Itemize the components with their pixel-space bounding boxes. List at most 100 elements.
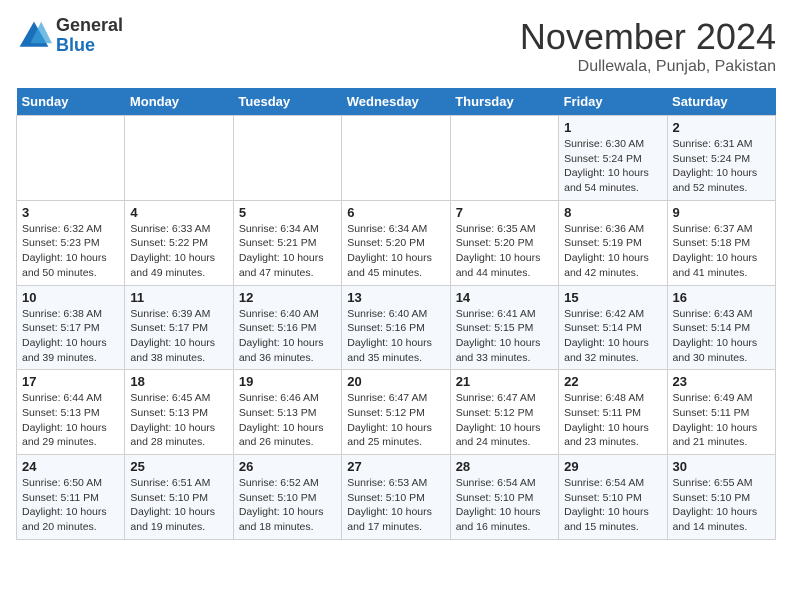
day-info: Sunrise: 6:42 AMSunset: 5:14 PMDaylight:… — [564, 307, 661, 366]
header-row: SundayMondayTuesdayWednesdayThursdayFrid… — [17, 88, 776, 116]
day-number: 4 — [130, 205, 227, 220]
day-number: 15 — [564, 290, 661, 305]
day-cell: 26 Sunrise: 6:52 AMSunset: 5:10 PMDayligh… — [233, 455, 341, 540]
day-info: Sunrise: 6:41 AMSunset: 5:15 PMDaylight:… — [456, 307, 553, 366]
day-info: Sunrise: 6:49 AMSunset: 5:11 PMDaylight:… — [673, 391, 770, 450]
day-info: Sunrise: 6:50 AMSunset: 5:11 PMDaylight:… — [22, 476, 119, 535]
day-info: Sunrise: 6:45 AMSunset: 5:13 PMDaylight:… — [130, 391, 227, 450]
day-cell: 14 Sunrise: 6:41 AMSunset: 5:15 PMDayligh… — [450, 285, 558, 370]
day-number: 28 — [456, 459, 553, 474]
column-header-wednesday: Wednesday — [342, 88, 450, 116]
page-header: General Blue November 2024 Dullewala, Pu… — [16, 16, 776, 76]
calendar-table: SundayMondayTuesdayWednesdayThursdayFrid… — [16, 88, 776, 540]
day-info: Sunrise: 6:44 AMSunset: 5:13 PMDaylight:… — [22, 391, 119, 450]
day-number: 26 — [239, 459, 336, 474]
column-header-friday: Friday — [559, 88, 667, 116]
day-info: Sunrise: 6:43 AMSunset: 5:14 PMDaylight:… — [673, 307, 770, 366]
day-info: Sunrise: 6:47 AMSunset: 5:12 PMDaylight:… — [347, 391, 444, 450]
day-info: Sunrise: 6:31 AMSunset: 5:24 PMDaylight:… — [673, 137, 770, 196]
day-cell: 15 Sunrise: 6:42 AMSunset: 5:14 PMDayligh… — [559, 285, 667, 370]
day-number: 9 — [673, 205, 770, 220]
day-cell: 8 Sunrise: 6:36 AMSunset: 5:19 PMDaylight… — [559, 200, 667, 285]
day-number: 21 — [456, 374, 553, 389]
day-number: 3 — [22, 205, 119, 220]
column-header-sunday: Sunday — [17, 88, 125, 116]
day-info: Sunrise: 6:54 AMSunset: 5:10 PMDaylight:… — [564, 476, 661, 535]
day-number: 24 — [22, 459, 119, 474]
column-header-saturday: Saturday — [667, 88, 775, 116]
day-cell: 25 Sunrise: 6:51 AMSunset: 5:10 PMDayligh… — [125, 455, 233, 540]
day-info: Sunrise: 6:33 AMSunset: 5:22 PMDaylight:… — [130, 222, 227, 281]
day-info: Sunrise: 6:40 AMSunset: 5:16 PMDaylight:… — [347, 307, 444, 366]
day-info: Sunrise: 6:46 AMSunset: 5:13 PMDaylight:… — [239, 391, 336, 450]
logo: General Blue — [16, 16, 123, 56]
day-info: Sunrise: 6:37 AMSunset: 5:18 PMDaylight:… — [673, 222, 770, 281]
week-row-5: 24 Sunrise: 6:50 AMSunset: 5:11 PMDayligh… — [17, 455, 776, 540]
day-cell: 9 Sunrise: 6:37 AMSunset: 5:18 PMDaylight… — [667, 200, 775, 285]
day-number: 27 — [347, 459, 444, 474]
location: Dullewala, Punjab, Pakistan — [520, 58, 776, 76]
day-number: 14 — [456, 290, 553, 305]
day-cell: 3Sunrise: 6:32 AMSunset: 5:23 PMDaylight… — [17, 200, 125, 285]
week-row-4: 17 Sunrise: 6:44 AMSunset: 5:13 PMDayligh… — [17, 370, 776, 455]
day-cell: 27 Sunrise: 6:53 AMSunset: 5:10 PMDayligh… — [342, 455, 450, 540]
day-info: Sunrise: 6:35 AMSunset: 5:20 PMDaylight:… — [456, 222, 553, 281]
day-number: 6 — [347, 205, 444, 220]
day-info: Sunrise: 6:51 AMSunset: 5:10 PMDaylight:… — [130, 476, 227, 535]
day-number: 2 — [673, 120, 770, 135]
day-cell: 22Sunrise: 6:48 AMSunset: 5:11 PMDayligh… — [559, 370, 667, 455]
day-info: Sunrise: 6:39 AMSunset: 5:17 PMDaylight:… — [130, 307, 227, 366]
column-header-tuesday: Tuesday — [233, 88, 341, 116]
month-title: November 2024 — [520, 16, 776, 58]
day-cell: 20 Sunrise: 6:47 AMSunset: 5:12 PMDayligh… — [342, 370, 450, 455]
day-cell: 28 Sunrise: 6:54 AMSunset: 5:10 PMDayligh… — [450, 455, 558, 540]
day-number: 12 — [239, 290, 336, 305]
day-number: 25 — [130, 459, 227, 474]
day-cell — [125, 116, 233, 201]
logo-icon — [16, 18, 52, 54]
day-number: 17 — [22, 374, 119, 389]
day-cell — [17, 116, 125, 201]
day-number: 23 — [673, 374, 770, 389]
day-number: 19 — [239, 374, 336, 389]
day-cell: 5 Sunrise: 6:34 AMSunset: 5:21 PMDaylight… — [233, 200, 341, 285]
column-header-thursday: Thursday — [450, 88, 558, 116]
day-cell: 23 Sunrise: 6:49 AMSunset: 5:11 PMDayligh… — [667, 370, 775, 455]
day-number: 20 — [347, 374, 444, 389]
day-cell: 19 Sunrise: 6:46 AMSunset: 5:13 PMDayligh… — [233, 370, 341, 455]
day-number: 5 — [239, 205, 336, 220]
day-info: Sunrise: 6:54 AMSunset: 5:10 PMDaylight:… — [456, 476, 553, 535]
day-info: Sunrise: 6:55 AMSunset: 5:10 PMDaylight:… — [673, 476, 770, 535]
day-info: Sunrise: 6:34 AMSunset: 5:21 PMDaylight:… — [239, 222, 336, 281]
logo-blue: Blue — [56, 35, 95, 55]
day-info: Sunrise: 6:38 AMSunset: 5:17 PMDaylight:… — [22, 307, 119, 366]
day-cell: 24 Sunrise: 6:50 AMSunset: 5:11 PMDayligh… — [17, 455, 125, 540]
week-row-3: 10 Sunrise: 6:38 AMSunset: 5:17 PMDayligh… — [17, 285, 776, 370]
week-row-2: 3Sunrise: 6:32 AMSunset: 5:23 PMDaylight… — [17, 200, 776, 285]
day-number: 16 — [673, 290, 770, 305]
day-info: Sunrise: 6:30 AMSunset: 5:24 PMDaylight:… — [564, 137, 661, 196]
day-cell: 17 Sunrise: 6:44 AMSunset: 5:13 PMDayligh… — [17, 370, 125, 455]
day-info: Sunrise: 6:34 AMSunset: 5:20 PMDaylight:… — [347, 222, 444, 281]
day-cell: 10 Sunrise: 6:38 AMSunset: 5:17 PMDayligh… — [17, 285, 125, 370]
day-cell: 18 Sunrise: 6:45 AMSunset: 5:13 PMDayligh… — [125, 370, 233, 455]
day-number: 11 — [130, 290, 227, 305]
day-number: 10 — [22, 290, 119, 305]
day-cell: 29Sunrise: 6:54 AMSunset: 5:10 PMDayligh… — [559, 455, 667, 540]
day-number: 18 — [130, 374, 227, 389]
day-number: 13 — [347, 290, 444, 305]
day-info: Sunrise: 6:36 AMSunset: 5:19 PMDaylight:… — [564, 222, 661, 281]
day-cell: 13 Sunrise: 6:40 AMSunset: 5:16 PMDayligh… — [342, 285, 450, 370]
day-info: Sunrise: 6:47 AMSunset: 5:12 PMDaylight:… — [456, 391, 553, 450]
day-number: 7 — [456, 205, 553, 220]
day-cell: 2 Sunrise: 6:31 AMSunset: 5:24 PMDaylight… — [667, 116, 775, 201]
day-cell — [233, 116, 341, 201]
day-info: Sunrise: 6:53 AMSunset: 5:10 PMDaylight:… — [347, 476, 444, 535]
day-cell: 21 Sunrise: 6:47 AMSunset: 5:12 PMDayligh… — [450, 370, 558, 455]
day-number: 1 — [564, 120, 661, 135]
day-info: Sunrise: 6:52 AMSunset: 5:10 PMDaylight:… — [239, 476, 336, 535]
day-number: 8 — [564, 205, 661, 220]
title-block: November 2024 Dullewala, Punjab, Pakista… — [520, 16, 776, 76]
day-cell: 12Sunrise: 6:40 AMSunset: 5:16 PMDayligh… — [233, 285, 341, 370]
day-cell: 16 Sunrise: 6:43 AMSunset: 5:14 PMDayligh… — [667, 285, 775, 370]
